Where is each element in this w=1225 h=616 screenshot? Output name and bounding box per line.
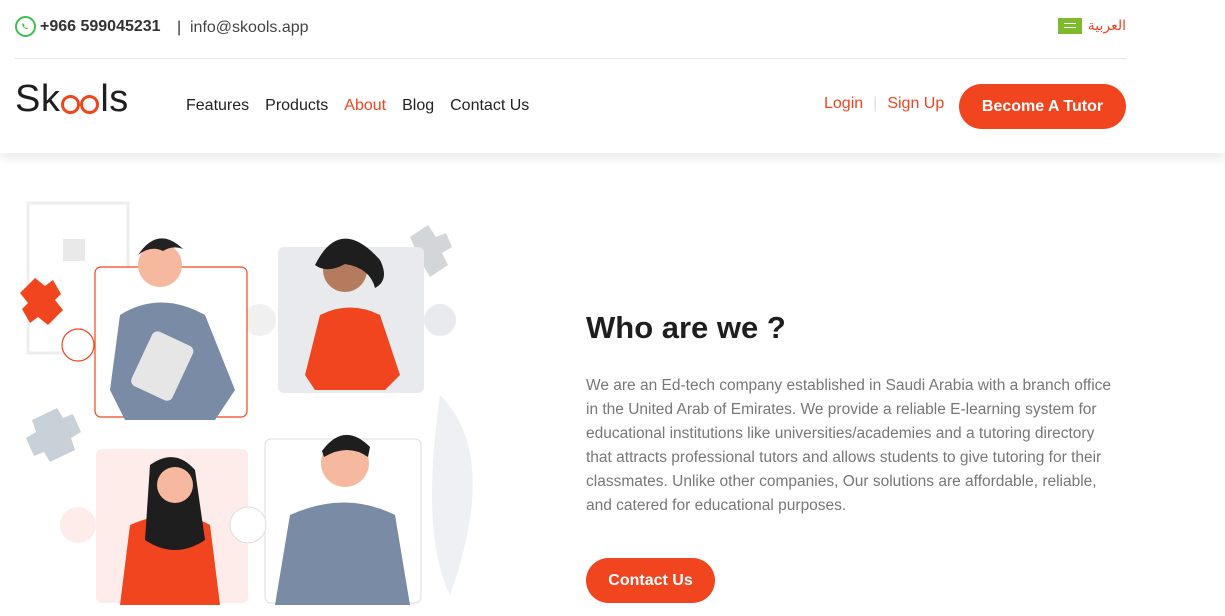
- orange-puzzle-piece: [20, 278, 63, 325]
- saudi-flag-icon: [1057, 17, 1082, 34]
- nav-about[interactable]: About: [344, 97, 386, 115]
- logo-text-end: ls: [100, 78, 129, 120]
- main-navbar: Sk ls Features Products About Blog Conta…: [0, 60, 1225, 153]
- logo-text-start: Sk: [15, 78, 61, 120]
- language-label: العربية: [1087, 17, 1126, 33]
- primary-nav: Features Products About Blog Contact Us: [186, 97, 529, 115]
- logo-oo-icon: [61, 85, 100, 114]
- contact-separator: |: [177, 19, 182, 36]
- nav-features[interactable]: Features: [186, 97, 249, 115]
- auth-separator: |: [873, 95, 878, 112]
- about-description: We are an Ed-tech company established in…: [586, 377, 1112, 514]
- about-section: Who are we ? We are an Ed-tech company e…: [586, 310, 1116, 518]
- nav-contact-us[interactable]: Contact Us: [450, 97, 529, 115]
- auth-links: Login | Sign Up: [824, 95, 944, 113]
- whatsapp-icon: [15, 16, 36, 37]
- top-contact-bar: +966 599045231 | info@skools.app العربية: [15, 0, 1126, 59]
- nav-products[interactable]: Products: [265, 97, 328, 115]
- about-title: Who are we ?: [586, 310, 786, 345]
- skools-logo[interactable]: Sk ls: [15, 78, 129, 121]
- language-switch[interactable]: العربية: [1057, 17, 1126, 34]
- contact-us-button[interactable]: Contact Us: [586, 558, 715, 603]
- team-puzzle-illustration: [20, 201, 473, 605]
- login-link[interactable]: Login: [824, 95, 863, 113]
- phone-contact[interactable]: +966 599045231: [15, 16, 161, 37]
- phone-number: +966 599045231: [40, 17, 161, 35]
- email-link[interactable]: info@skools.app: [190, 19, 309, 37]
- signup-link[interactable]: Sign Up: [887, 95, 944, 113]
- nav-blog[interactable]: Blog: [402, 97, 434, 115]
- become-tutor-button[interactable]: Become A Tutor: [959, 84, 1126, 129]
